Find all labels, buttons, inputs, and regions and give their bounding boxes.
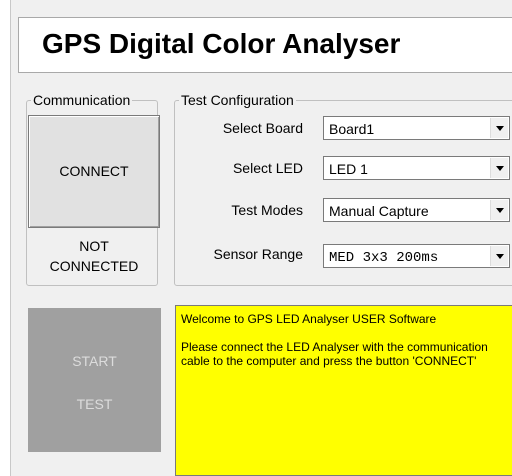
app-title: GPS Digital Color Analyser (42, 28, 401, 59)
test-configuration-group-label: Test Configuration (181, 92, 294, 108)
chevron-down-icon[interactable] (490, 118, 508, 138)
title-panel: GPS Digital Color Analyser (18, 17, 512, 73)
start-test-label-line1: START (72, 353, 117, 369)
select-board-value: Board1 (329, 121, 375, 137)
chevron-down-icon[interactable] (490, 200, 508, 220)
chevron-down-icon[interactable] (490, 246, 508, 266)
chevron-down-icon[interactable] (490, 158, 508, 178)
test-modes-value: Manual Capture (329, 203, 429, 219)
log-instruction-line: Please connect the LED Analyser with the… (181, 340, 492, 368)
start-test-button[interactable]: START TEST (28, 308, 161, 452)
sensor-range-label: Sensor Range (213, 246, 303, 262)
test-modes-dropdown[interactable]: Manual Capture (323, 198, 510, 222)
test-modes-label: Test Modes (231, 202, 303, 218)
select-board-dropdown[interactable]: Board1 (323, 116, 510, 140)
select-board-label: Select Board (222, 120, 303, 136)
connection-status: NOT CONNECTED (28, 236, 160, 276)
connect-button[interactable]: CONNECT (28, 115, 160, 228)
connection-status-line1: NOT (79, 238, 109, 254)
sensor-range-dropdown[interactable]: MED 3x3 200ms (323, 244, 510, 268)
communication-group-label: Communication (33, 92, 131, 108)
start-test-label-line2: TEST (76, 396, 113, 412)
left-edge-panel (0, 0, 10, 476)
log-welcome-line: Welcome to GPS LED Analyser USER Softwar… (181, 312, 437, 326)
connection-status-line2: CONNECTED (49, 258, 139, 274)
select-led-label: Select LED (232, 160, 303, 176)
left-edge-divider (10, 0, 11, 476)
message-log[interactable]: Welcome to GPS LED Analyser USER Softwar… (175, 305, 512, 476)
select-led-dropdown[interactable]: LED 1 (323, 156, 510, 180)
sensor-range-value: MED 3x3 200ms (329, 250, 439, 266)
select-led-value: LED 1 (329, 161, 368, 177)
